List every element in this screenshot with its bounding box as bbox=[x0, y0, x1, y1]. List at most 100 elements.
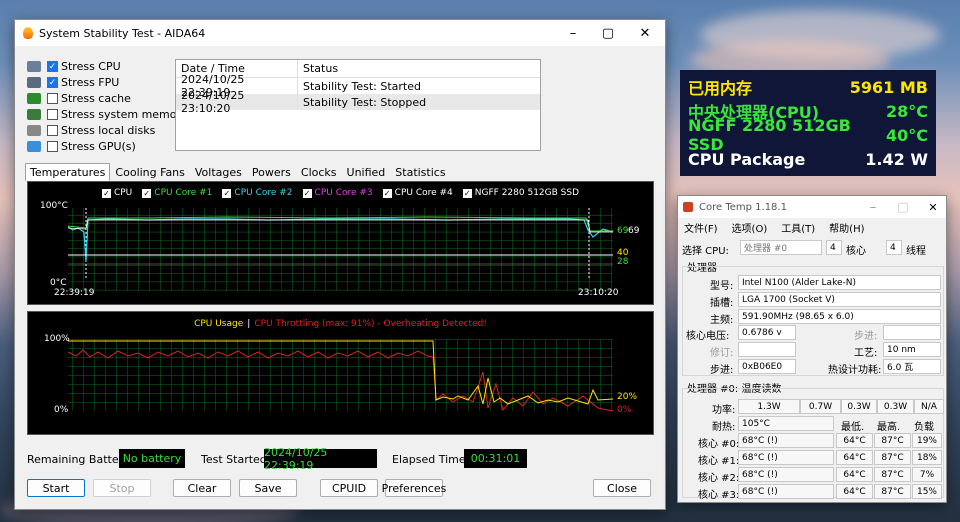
core-label: 核心 #1: bbox=[698, 456, 740, 467]
preferences-button[interactable]: Preferences bbox=[382, 479, 446, 497]
tab-unified[interactable]: Unified bbox=[342, 163, 391, 181]
legend-label: CPU bbox=[113, 188, 133, 198]
usage-y-top: 100% bbox=[44, 334, 70, 344]
menu-item[interactable]: 工具(T) bbox=[781, 220, 815, 235]
osd-line: 已用内存 5961 MB bbox=[688, 75, 928, 99]
legend-checkbox[interactable]: ✓ bbox=[382, 188, 392, 198]
core-label: 核心 #2: bbox=[698, 473, 740, 484]
socket-value: LGA 1700 (Socket V) bbox=[738, 292, 941, 307]
tdp-value: 6.0 瓦 bbox=[883, 359, 941, 374]
stress-checkbox[interactable] bbox=[47, 93, 58, 104]
minimize-button[interactable]: – bbox=[858, 196, 888, 218]
menu-item[interactable]: 选项(O) bbox=[732, 220, 768, 235]
power-label: 功率: bbox=[712, 405, 736, 416]
usage-legend-throttle: CPU Throttling (max: 91%) - Overheating … bbox=[254, 319, 487, 329]
modulation-label: 步进: bbox=[854, 331, 878, 342]
coretemp-title: Core Temp 1.18.1 bbox=[699, 201, 787, 213]
revision-value bbox=[738, 342, 796, 357]
elapsed-label: Elapsed Time: bbox=[392, 453, 470, 466]
maximize-button[interactable]: ▢ bbox=[888, 196, 918, 218]
power-value: N/A bbox=[914, 399, 944, 414]
log-header-status[interactable]: Status bbox=[298, 62, 338, 75]
legend-item[interactable]: ✓ CPU Core #2 bbox=[222, 188, 293, 198]
stress-option[interactable]: Stress GPU(s) bbox=[27, 140, 136, 153]
cpuid-button[interactable]: CPUID bbox=[320, 479, 378, 497]
stress-checkbox[interactable] bbox=[47, 109, 58, 120]
tab-clocks[interactable]: Clocks bbox=[296, 163, 342, 181]
battery-label: Remaining Battery: bbox=[27, 453, 133, 466]
tab-temperatures[interactable]: Temperatures bbox=[25, 163, 111, 181]
cores-count: 4 bbox=[826, 240, 842, 255]
core-max: 87°C bbox=[874, 467, 911, 482]
stress-option[interactable]: ✓ Stress FPU bbox=[27, 76, 119, 89]
core-load: 7% bbox=[912, 467, 942, 482]
clear-button[interactable]: Clear bbox=[173, 479, 231, 497]
legend-item[interactable]: ✓ CPU Core #3 bbox=[302, 188, 373, 198]
stress-checkbox[interactable]: ✓ bbox=[47, 77, 58, 88]
disk-icon bbox=[27, 125, 41, 136]
core-load: 15% bbox=[912, 484, 942, 499]
model-label: 型号: bbox=[710, 281, 734, 292]
select-cpu-value: 处理器 #0 bbox=[744, 244, 788, 254]
coretemp-logo-icon bbox=[683, 202, 693, 212]
legend-label: CPU Core #4 bbox=[394, 188, 453, 198]
coretemp-menu: 文件(F) 选项(O) 工具(T) 帮助(H) bbox=[684, 220, 879, 235]
cpu-chip-icon bbox=[27, 61, 41, 72]
close-button[interactable]: Close bbox=[593, 479, 651, 497]
tab-voltages[interactable]: Voltages bbox=[190, 163, 247, 181]
stress-option[interactable]: Stress cache bbox=[27, 92, 131, 105]
log-row[interactable]: 2024/10/25 23:10:20 Stability Test: Stop… bbox=[176, 89, 540, 115]
test-log[interactable]: Date / Time Status 2024/10/25 22:39:19 S… bbox=[175, 59, 541, 151]
core-temp: 68°C (!) bbox=[738, 467, 834, 482]
usage-legend: CPU Usage | CPU Throttling (max: 91%) - … bbox=[28, 319, 653, 329]
menu-item[interactable]: 文件(F) bbox=[684, 220, 718, 235]
core-min: 64°C bbox=[836, 467, 873, 482]
elapsed-value: 00:31:01 bbox=[464, 449, 527, 468]
stress-option[interactable]: Stress local disks bbox=[27, 124, 155, 137]
legend-checkbox[interactable]: ✓ bbox=[222, 188, 232, 198]
tab-cooling-fans[interactable]: Cooling Fans bbox=[110, 163, 189, 181]
threads-label: 线程 bbox=[906, 246, 926, 257]
power-value: 0.7W bbox=[800, 399, 841, 414]
tab-statistics[interactable]: Statistics bbox=[390, 163, 450, 181]
select-cpu-dropdown[interactable]: 处理器 #0 bbox=[740, 240, 822, 255]
lithography-label: 工艺: bbox=[854, 348, 878, 359]
core-load: 18% bbox=[912, 450, 942, 465]
stress-checkbox[interactable]: ✓ bbox=[47, 61, 58, 72]
usage-legend-separator: | bbox=[247, 319, 251, 329]
stress-option[interactable]: Stress system memory bbox=[27, 108, 188, 121]
legend-checkbox[interactable]: ✓ bbox=[462, 188, 472, 198]
log-date: 2024/10/25 23:10:20 bbox=[176, 89, 298, 115]
legend-item[interactable]: ✓ NGFF 2280 512GB SSD bbox=[462, 188, 579, 198]
legend-checkbox[interactable]: ✓ bbox=[101, 188, 111, 198]
close-window-button[interactable]: ✕ bbox=[623, 20, 667, 46]
legend-label: CPU Core #3 bbox=[314, 188, 373, 198]
coretemp-title-bar: Core Temp 1.18.1 – ▢ ✕ bbox=[678, 196, 946, 218]
temperature-graph: ✓ CPU ✓ CPU Core #1 ✓ CPU Core #2 ✓ CPU Core #3… bbox=[27, 181, 654, 305]
stress-checkbox[interactable] bbox=[47, 141, 58, 152]
legend-checkbox[interactable]: ✓ bbox=[142, 188, 152, 198]
core-min: 64°C bbox=[836, 433, 873, 448]
menu-item[interactable]: 帮助(H) bbox=[829, 220, 864, 235]
legend-item[interactable]: ✓ CPU bbox=[101, 188, 133, 198]
osd-label: 已用内存 bbox=[688, 79, 753, 98]
tab-powers[interactable]: Powers bbox=[247, 163, 296, 181]
start-button[interactable]: Start bbox=[27, 479, 85, 497]
log-status: Stability Test: Stopped bbox=[303, 95, 427, 109]
stress-checkbox[interactable] bbox=[47, 125, 58, 136]
stop-button[interactable]: Stop bbox=[93, 479, 151, 497]
power-value: 1.3W bbox=[738, 399, 800, 414]
stress-label: Stress system memory bbox=[61, 108, 188, 121]
usage-right-value: 20% bbox=[617, 392, 638, 402]
core-max: 87°C bbox=[874, 433, 911, 448]
legend-checkbox[interactable]: ✓ bbox=[302, 188, 312, 198]
stress-option[interactable]: ✓ Stress CPU bbox=[27, 60, 121, 73]
legend-item[interactable]: ✓ CPU Core #1 bbox=[142, 188, 212, 198]
close-window-button[interactable]: ✕ bbox=[918, 196, 948, 218]
save-button[interactable]: Save bbox=[239, 479, 297, 497]
gpu-icon bbox=[27, 141, 41, 152]
test-started-label: Test Started: bbox=[201, 453, 271, 466]
stress-label: Stress CPU bbox=[61, 60, 121, 73]
legend-item[interactable]: ✓ CPU Core #4 bbox=[382, 188, 453, 198]
cpuid-value: 0xB06E0 bbox=[738, 359, 796, 374]
